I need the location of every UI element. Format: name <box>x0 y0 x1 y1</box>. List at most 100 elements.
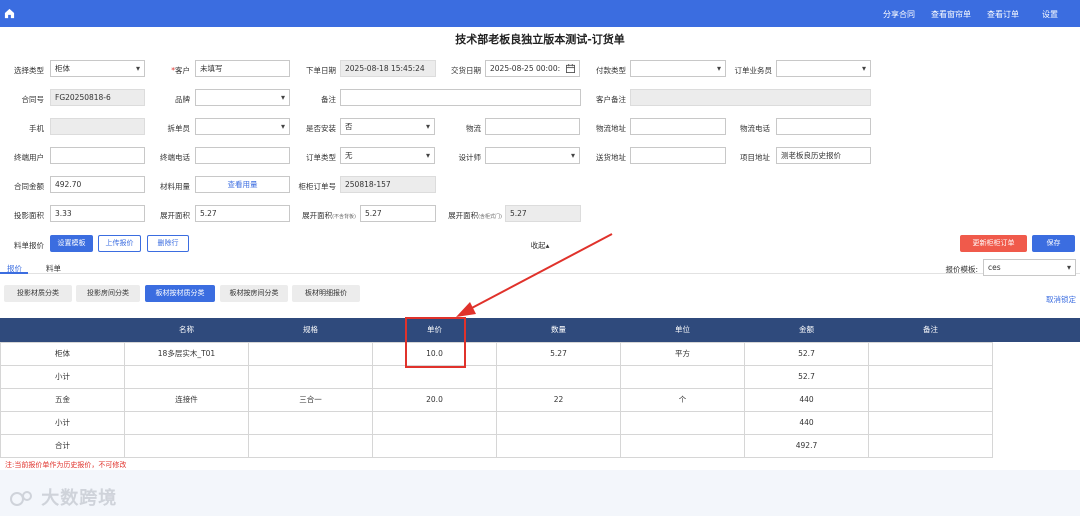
cell-remark[interactable] <box>868 387 993 412</box>
designer-select[interactable] <box>485 147 580 164</box>
payment-type-select[interactable] <box>630 60 726 77</box>
cabinet-order-no-label: 柜柜订单号 <box>298 182 337 191</box>
cell-spec[interactable]: 三合一 <box>248 387 373 412</box>
watermark-text: 大数跨境 <box>41 488 118 509</box>
select-type-label: 选择类型 <box>14 66 44 75</box>
cell-remark <box>868 433 993 458</box>
delivery-address-input[interactable] <box>630 147 726 164</box>
col-amount: 金额 <box>744 318 869 342</box>
cell-quantity[interactable]: 5.27 <box>496 341 621 366</box>
designer-label: 设计师 <box>458 153 482 162</box>
projection-area-input[interactable]: 3.33 <box>50 205 145 222</box>
need-install-select[interactable]: 否 <box>340 118 435 135</box>
split-staff-select[interactable] <box>195 118 290 135</box>
cell-quantity[interactable]: 22 <box>496 387 621 412</box>
cabinet-order-no-input: 250818-157 <box>340 176 436 193</box>
expand-area-with-door-sub: (含柜式门) <box>478 214 502 220</box>
logistics-phone-label: 物流电话 <box>740 124 770 133</box>
expand-area-no-back-sub: (不含背板) <box>332 214 356 220</box>
customer-input[interactable]: 未填写 <box>195 60 290 77</box>
nav-settings[interactable]: 设置 <box>1042 9 1058 20</box>
history-note: 注:当前报价单作为历史报价，不可修改 <box>5 461 127 469</box>
nav-view-curtain-order[interactable]: 查看窗帘单 <box>931 9 971 20</box>
annotation-arrow-icon <box>456 233 613 317</box>
tab-active-indicator <box>0 272 28 274</box>
category-board-material[interactable]: 板材按材质分类 <box>145 285 215 302</box>
category-board-detail[interactable]: 板材明细报价 <box>292 285 360 302</box>
expand-area-with-door-label: 展开面积(含柜式门) <box>436 210 502 221</box>
cell-name[interactable]: 连接件 <box>124 387 249 412</box>
category-board-room[interactable]: 板材按房间分类 <box>220 285 288 302</box>
cell-amount: 52.7 <box>744 364 869 389</box>
project-address-input[interactable]: 测老板良历史报价 <box>776 147 871 164</box>
need-install-label: 是否安装 <box>306 124 336 133</box>
watermark-icon <box>10 491 32 506</box>
cell-category: 合计 <box>0 433 125 458</box>
cell-unit-price <box>372 433 497 458</box>
quote-label: 料单报价 <box>14 241 44 250</box>
table-row: 小计 440 <box>0 410 993 435</box>
remark-label: 备注 <box>321 95 336 104</box>
upload-quote-button[interactable]: 上传报价 <box>98 235 141 252</box>
page-title: 技术部老板良独立版本测试-订货单 <box>455 33 625 46</box>
order-salesman-label: 订单业务员 <box>734 66 773 75</box>
template-select[interactable]: ces <box>983 259 1076 276</box>
cell-unit[interactable]: 平方 <box>620 341 745 366</box>
category-projection-material[interactable]: 投影材质分类 <box>4 285 72 302</box>
project-address-label: 项目地址 <box>740 153 770 162</box>
delivery-date-input[interactable]: 2025-08-25 00:00: <box>485 60 580 77</box>
footer-area <box>0 470 1080 516</box>
expand-area-input[interactable]: 5.27 <box>195 205 290 222</box>
save-button[interactable]: 保存 <box>1032 235 1075 252</box>
update-cabinet-order-button[interactable]: 更新柜柜订单 <box>960 235 1027 252</box>
set-template-button[interactable]: 设置模板 <box>50 235 93 252</box>
logistics-input[interactable] <box>485 118 580 135</box>
customer-label-text: 客户 <box>175 66 190 75</box>
expand-area-no-back-input[interactable]: 5.27 <box>360 205 436 222</box>
col-name: 名称 <box>124 318 249 342</box>
cell-amount: 52.7 <box>744 341 869 366</box>
calendar-icon[interactable] <box>566 64 575 73</box>
phone-label: 手机 <box>29 124 44 133</box>
view-usage-button[interactable]: 查看用量 <box>195 176 290 193</box>
brand-select[interactable] <box>195 89 290 106</box>
cell-unit-price[interactable]: 20.0 <box>372 387 497 412</box>
contract-no-input: FG20250818-6 <box>50 89 145 106</box>
cell-name[interactable]: 18多层实木_T01 <box>124 341 249 366</box>
table-row: 五金 连接件 三合一 20.0 22 个 440 <box>0 387 993 412</box>
col-category <box>0 318 125 342</box>
cell-remark[interactable] <box>868 341 993 366</box>
logistics-address-label: 物流地址 <box>596 124 626 133</box>
cell-quantity <box>496 433 621 458</box>
select-type-select[interactable]: 柜体 <box>50 60 145 77</box>
nav-share-contract[interactable]: 分享合同 <box>883 9 915 20</box>
home-icon[interactable] <box>4 8 15 19</box>
order-type-select[interactable]: 无 <box>340 147 435 164</box>
cell-spec[interactable] <box>248 341 373 366</box>
cell-quantity <box>496 410 621 435</box>
template-label: 报价模板: <box>945 265 978 274</box>
logistics-address-input[interactable] <box>630 118 726 135</box>
cell-amount: 440 <box>744 410 869 435</box>
cell-spec <box>248 433 373 458</box>
delete-row-button[interactable]: 删除行 <box>147 235 189 252</box>
cell-unit-price <box>372 410 497 435</box>
logistics-phone-input[interactable] <box>776 118 871 135</box>
cell-unit[interactable]: 个 <box>620 387 745 412</box>
cell-spec <box>248 364 373 389</box>
logistics-label: 物流 <box>466 124 481 133</box>
unlock-link[interactable]: 取消锁定 <box>1030 294 1076 305</box>
category-projection-room[interactable]: 投影房间分类 <box>76 285 140 302</box>
table-row: 柜体 18多层实木_T01 10.0 5.27 平方 52.7 <box>0 341 993 366</box>
nav-view-order[interactable]: 查看订单 <box>987 9 1019 20</box>
col-spec: 规格 <box>248 318 373 342</box>
brand-label: 品牌 <box>175 95 190 104</box>
end-phone-input[interactable] <box>195 147 290 164</box>
remark-textarea[interactable] <box>340 89 581 106</box>
cell-amount: 440 <box>744 387 869 412</box>
tab-material-list[interactable]: 料单 <box>46 263 61 274</box>
end-user-input[interactable] <box>50 147 145 164</box>
order-salesman-select[interactable] <box>776 60 871 77</box>
contract-amount-input[interactable]: 492.70 <box>50 176 145 193</box>
delivery-address-label: 送货地址 <box>596 153 626 162</box>
